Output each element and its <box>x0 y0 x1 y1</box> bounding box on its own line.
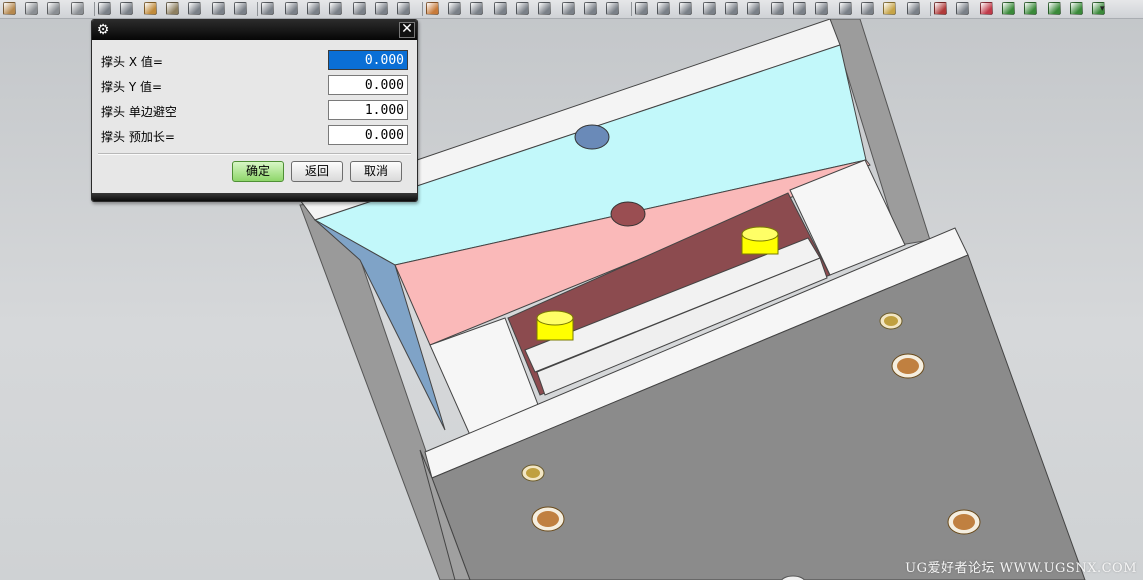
slot-icon[interactable] <box>329 2 342 15</box>
wireframe-icon[interactable] <box>771 2 784 15</box>
chamfer-icon[interactable] <box>426 2 439 15</box>
subtract-icon[interactable] <box>188 2 201 15</box>
section-icon[interactable] <box>839 2 852 15</box>
cone-icon[interactable] <box>47 2 60 15</box>
support-extension-input[interactable] <box>328 125 408 145</box>
screw-head <box>521 464 545 482</box>
boss-icon[interactable] <box>261 2 274 15</box>
support-clearance-label: 撑头 单边避空 <box>101 105 177 119</box>
patch-icon[interactable] <box>606 2 619 15</box>
screw-head <box>891 353 925 379</box>
layer-copy-icon[interactable] <box>1002 2 1015 15</box>
toolbar-separator <box>257 2 258 16</box>
split-body-icon[interactable] <box>494 2 507 15</box>
view-top-icon[interactable] <box>657 2 670 15</box>
toolbar-overflow-chevron-icon[interactable]: ▾ <box>1100 2 1105 16</box>
layer-visible-icon[interactable] <box>956 2 969 15</box>
support-pin-right <box>741 226 779 255</box>
view-front-icon[interactable] <box>635 2 648 15</box>
support-y-input[interactable] <box>328 75 408 95</box>
component-icon[interactable] <box>1048 2 1061 15</box>
dialog-divider <box>98 153 411 155</box>
revolve-icon[interactable] <box>120 2 133 15</box>
view-right-icon[interactable] <box>679 2 692 15</box>
pad-icon[interactable] <box>307 2 320 15</box>
extrude-icon[interactable] <box>98 2 111 15</box>
support-y-label: 撑头 Y 值= <box>101 80 163 94</box>
support-x-input[interactable] <box>328 50 408 70</box>
shaded-icon[interactable] <box>747 2 760 15</box>
shell-icon[interactable] <box>448 2 461 15</box>
assembly-icon[interactable] <box>1024 2 1037 15</box>
support-pin-left <box>536 310 574 341</box>
sphere-icon[interactable] <box>71 2 84 15</box>
support-clearance-input[interactable] <box>328 100 408 120</box>
screw-head <box>531 506 565 532</box>
pocket-icon[interactable] <box>285 2 298 15</box>
sprue-hole <box>574 124 610 150</box>
toolbar-separator <box>422 2 423 16</box>
face-analysis-icon[interactable] <box>815 2 828 15</box>
view-iso-icon[interactable] <box>703 2 716 15</box>
guide-hole <box>610 201 646 227</box>
block-icon[interactable] <box>3 2 16 15</box>
toolbar-separator <box>94 2 95 16</box>
dialog-title-bar[interactable]: ⚙ ✕ <box>92 20 417 40</box>
groove-icon[interactable] <box>353 2 366 15</box>
main-toolbar: ▾ <box>0 0 1143 19</box>
hole-icon[interactable] <box>234 2 247 15</box>
offset-face-icon[interactable] <box>516 2 529 15</box>
support-extension-label: 撑头 预加长= <box>101 130 175 144</box>
gear-icon[interactable]: ⚙ <box>95 22 111 38</box>
dialog-bottom-bar <box>92 193 417 201</box>
unite-icon[interactable] <box>166 2 179 15</box>
ok-button[interactable]: 确定 <box>232 161 284 182</box>
render-icon[interactable] <box>907 2 920 15</box>
support-x-label: 撑头 X 值= <box>101 55 163 69</box>
back-button[interactable]: 返回 <box>291 161 343 182</box>
constraint-icon[interactable] <box>1070 2 1083 15</box>
toolbar-separator <box>930 2 931 16</box>
intersect-icon[interactable] <box>212 2 225 15</box>
view-trimetric-icon[interactable] <box>725 2 738 15</box>
cancel-button[interactable]: 取消 <box>350 161 402 182</box>
toolbar-separator <box>631 2 632 16</box>
pattern-icon[interactable] <box>144 2 157 15</box>
studio-icon[interactable] <box>793 2 806 15</box>
layer-move-icon[interactable] <box>980 2 993 15</box>
cylinder-icon[interactable] <box>25 2 38 15</box>
forum-watermark: UG爱好者论坛 WWW.UGSNX.COM <box>905 561 1137 576</box>
material-icon[interactable] <box>883 2 896 15</box>
sew-icon[interactable] <box>584 2 597 15</box>
screw-head <box>879 312 903 330</box>
trim-body-icon[interactable] <box>470 2 483 15</box>
blend-icon[interactable] <box>397 2 410 15</box>
layer-settings-icon[interactable] <box>934 2 947 15</box>
draft-icon[interactable] <box>538 2 551 15</box>
ejector-support-dialog: ⚙ ✕ 撑头 X 值= 撑头 Y 值= 撑头 单边避空 撑头 预加长= 确定 返… <box>91 19 418 202</box>
rib-icon[interactable] <box>375 2 388 15</box>
thicken-icon[interactable] <box>562 2 575 15</box>
close-icon[interactable]: ✕ <box>399 22 415 38</box>
screw-head <box>947 509 981 535</box>
cone-view-icon[interactable] <box>861 2 874 15</box>
